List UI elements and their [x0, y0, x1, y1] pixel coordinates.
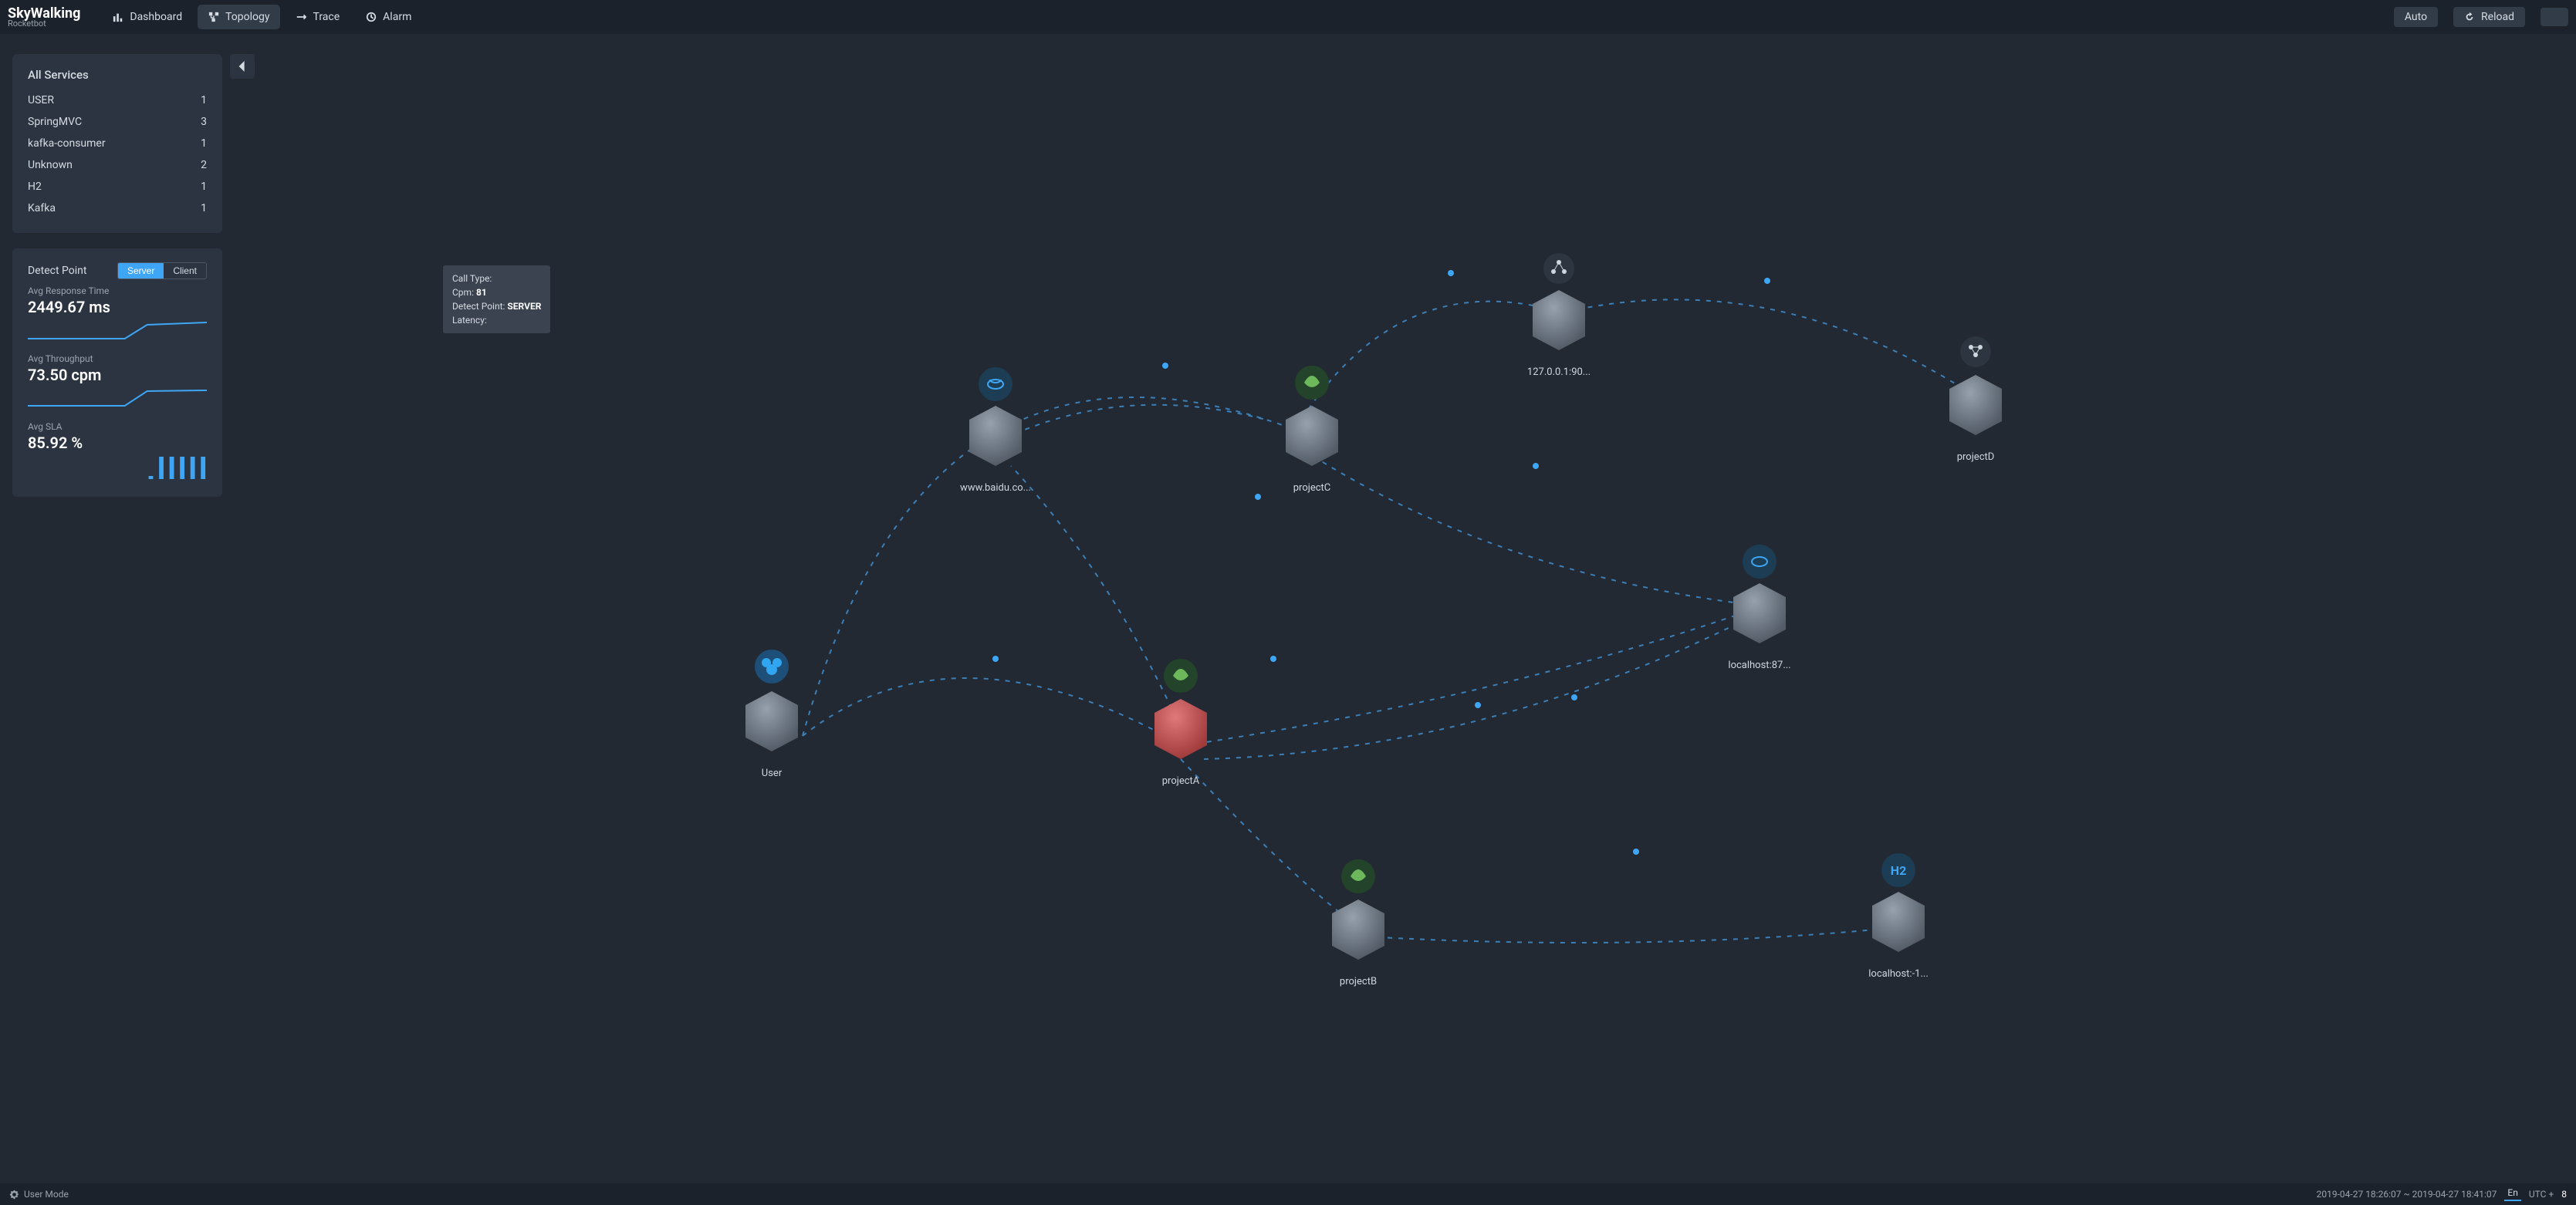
node-projectB-label: projectB [1340, 976, 1377, 987]
node-projectD-label: projectD [1957, 451, 1995, 463]
detect-toggle: Server Client [117, 262, 207, 279]
service-count: 2 [201, 159, 207, 171]
detect-point-title: Detect Point [28, 265, 86, 277]
node-localhost-1-label: localhost:-1... [1868, 968, 1928, 980]
sla-spark [28, 455, 207, 480]
node-projectC-label: projectC [1293, 482, 1331, 494]
edge-tooltip: Call Type: Cpm: 81 Detect Point: SERVER … [443, 265, 550, 333]
art-value: 2449.67 ms [28, 298, 207, 316]
node-projectB[interactable]: projectB [1332, 859, 1384, 987]
node-projectA-label: projectA [1162, 775, 1200, 787]
service-name: SpringMVC [28, 116, 82, 128]
server-tab[interactable]: Server [118, 263, 164, 278]
nav-trace[interactable]: Trace [285, 5, 350, 29]
service-row[interactable]: USER 1 [28, 89, 207, 111]
service-row[interactable]: H2 1 [28, 176, 207, 197]
collapse-sidebar[interactable] [230, 54, 255, 79]
detect-point-panel: Detect Point Server Client Avg Response … [12, 248, 222, 497]
service-row[interactable]: SpringMVC 3 [28, 111, 207, 133]
tip-latency-label: Latency: [452, 315, 487, 326]
tip-detect-label: Detect Point: [452, 301, 505, 312]
all-services-title: All Services [28, 68, 207, 82]
svg-text:H2: H2 [1891, 863, 1906, 878]
reload-label: Reload [2481, 11, 2514, 23]
service-count: 1 [201, 94, 207, 106]
service-name: kafka-consumer [28, 137, 106, 150]
node-projectC[interactable]: projectC [1286, 366, 1338, 494]
bar-chart-icon [113, 12, 123, 22]
user-menu[interactable] [2541, 8, 2568, 26]
art-label: Avg Response Time [28, 285, 207, 296]
client-tab[interactable]: Client [164, 263, 206, 278]
node-kafka-label: 127.0.0.1:90... [1527, 366, 1591, 378]
gear-icon [9, 1190, 19, 1200]
service-count: 3 [201, 116, 207, 128]
node-user-label: User [762, 768, 783, 779]
brand-sub: Rocketbot [8, 19, 80, 28]
node-localhost87-label: localhost:87... [1728, 660, 1790, 671]
trace-icon [296, 12, 306, 22]
tip-detect-value: SERVER [507, 301, 541, 312]
service-name: USER [28, 94, 54, 106]
user-mode[interactable]: User Mode [24, 1189, 69, 1200]
service-row[interactable]: Kafka 1 [28, 197, 207, 219]
utc-value[interactable]: 8 [2561, 1189, 2567, 1200]
service-count: 1 [201, 137, 207, 150]
service-name: Unknown [28, 159, 73, 171]
brand: SkyWalking Rocketbot [8, 7, 80, 28]
throughput-value: 73.50 cpm [28, 366, 207, 384]
node-user[interactable]: User [745, 650, 798, 779]
node-group: User projectA projectB projectC [745, 253, 2002, 987]
service-name: Kafka [28, 202, 56, 214]
throughput-spark [28, 387, 207, 412]
nav-alarm[interactable]: Alarm [355, 5, 422, 29]
service-row[interactable]: Unknown 2 [28, 154, 207, 176]
nav-trace-label: Trace [313, 11, 340, 23]
node-baidu-label: www.baidu.co... [960, 482, 1031, 494]
auto-label: Auto [2405, 11, 2427, 23]
auto-toggle[interactable]: Auto [2394, 7, 2438, 27]
node-localhost-1[interactable]: H2 localhost:-1... [1868, 853, 1928, 980]
topology-icon [208, 12, 219, 22]
nav-alarm-label: Alarm [383, 11, 411, 23]
utc-label: UTC + [2529, 1189, 2554, 1200]
time-range[interactable]: 2019-04-27 18:26:07 ~ 2019-04-27 18:41:0… [2317, 1189, 2497, 1200]
service-count: 1 [201, 202, 207, 214]
node-localhost87[interactable]: localhost:87... [1728, 545, 1790, 671]
reload-icon [2464, 12, 2475, 22]
main-nav: Dashboard Topology Trace Alarm [102, 5, 422, 29]
sla-label: Avg SLA [28, 421, 207, 432]
sla-value: 85.92 % [28, 434, 207, 452]
service-row[interactable]: kafka-consumer 1 [28, 133, 207, 154]
alarm-icon [366, 12, 377, 22]
tip-cpm-value: 81 [476, 287, 487, 298]
node-baidu[interactable]: www.baidu.co... [960, 367, 1031, 494]
nav-dashboard[interactable]: Dashboard [102, 5, 193, 29]
service-name: H2 [28, 181, 42, 193]
chevron-left-icon [238, 61, 246, 72]
all-services-panel: All Services USER 1 SpringMVC 3 kafka-consum… [12, 54, 222, 233]
tip-call-type-label: Call Type: [452, 273, 492, 284]
tip-cpm-label: Cpm: [452, 287, 474, 298]
topology-canvas[interactable]: User projectA projectB projectC [0, 34, 2576, 1183]
lang-select[interactable]: En [2504, 1187, 2520, 1201]
node-projectA[interactable]: projectA [1154, 659, 1207, 787]
service-count: 1 [201, 181, 207, 193]
art-spark [28, 319, 207, 344]
nav-dashboard-label: Dashboard [130, 11, 182, 23]
reload-button[interactable]: Reload [2453, 7, 2525, 27]
node-projectD[interactable]: projectD [1949, 336, 2002, 463]
nav-topology[interactable]: Topology [198, 5, 280, 29]
throughput-label: Avg Throughput [28, 353, 207, 364]
node-kafka[interactable]: 127.0.0.1:90... [1527, 253, 1591, 378]
nav-topology-label: Topology [225, 11, 269, 23]
